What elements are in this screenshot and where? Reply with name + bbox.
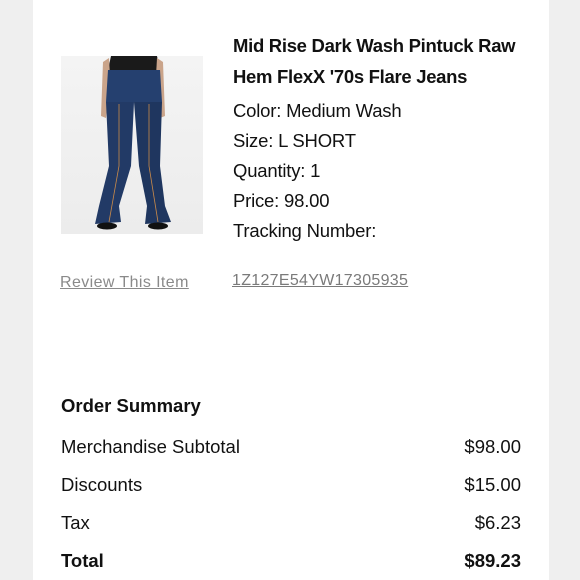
review-item-link[interactable]: Review This Item: [60, 274, 189, 292]
tracking-number-link[interactable]: 1Z127E54YW17305935: [232, 272, 408, 290]
summary-row-total: Total $89.23: [61, 542, 521, 580]
summary-row-tax: Tax $6.23: [61, 504, 521, 542]
summary-row-discounts: Discounts $15.00: [61, 466, 521, 504]
order-summary-heading: Order Summary: [61, 395, 201, 416]
summary-label: Discounts: [61, 474, 143, 495]
summary-value: $6.23: [474, 512, 521, 533]
product-image[interactable]: [61, 56, 203, 234]
summary-value: $15.00: [464, 474, 521, 495]
summary-label: Merchandise Subtotal: [61, 436, 240, 457]
total-label: Total: [61, 550, 104, 571]
item-price: Price: 98.00: [233, 190, 330, 211]
summary-value: $98.00: [464, 436, 521, 457]
order-detail-card: Mid Rise Dark Wash Pintuck Raw Hem FlexX…: [33, 0, 549, 580]
item-details: Mid Rise Dark Wash Pintuck Raw Hem FlexX…: [233, 30, 533, 246]
item-quantity: Quantity: 1: [233, 160, 321, 181]
jeans-model-illustration: [95, 56, 171, 230]
total-value: $89.23: [464, 550, 521, 571]
summary-row-subtotal: Merchandise Subtotal $98.00: [61, 428, 521, 466]
order-summary: Order Summary Merchandise Subtotal $98.0…: [61, 392, 521, 580]
item-color: Color: Medium Wash: [233, 100, 402, 121]
product-title[interactable]: Mid Rise Dark Wash Pintuck Raw Hem FlexX…: [233, 30, 533, 92]
item-size: Size: L SHORT: [233, 130, 356, 151]
summary-label: Tax: [61, 512, 90, 533]
tracking-label: Tracking Number:: [233, 220, 377, 241]
